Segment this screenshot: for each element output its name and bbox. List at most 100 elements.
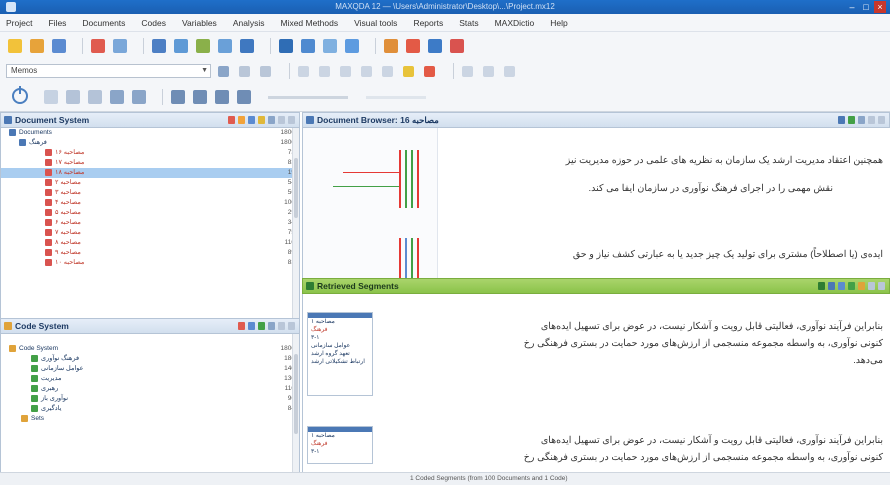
play-icon[interactable]	[215, 89, 229, 104]
align-icon[interactable]	[340, 65, 351, 77]
menu-help[interactable]: Help	[550, 18, 567, 28]
screen-icon[interactable]	[88, 89, 102, 104]
activate-icon[interactable]	[228, 116, 235, 124]
document-item[interactable]: ۶ مصاحبه34	[1, 218, 299, 228]
menu-stats[interactable]: Stats	[459, 18, 478, 28]
segment-info-box[interactable]: مصاحبه ۱ فرهنگ ۳-۱ عوامل سازمانی تعهد گر…	[307, 312, 373, 396]
align-icon[interactable]	[298, 65, 309, 77]
code-item[interactable]: نوآوری باز96	[1, 394, 299, 404]
document-item[interactable]: ۱۰ مصاحبه83	[1, 258, 299, 268]
search-icon[interactable]	[152, 39, 166, 53]
teamwork-icon[interactable]	[406, 39, 420, 53]
filter-icon[interactable]	[218, 65, 229, 77]
scrollbar-thumb[interactable]	[294, 158, 298, 218]
code-item[interactable]: مدیریت 130	[1, 374, 299, 384]
rewind-icon[interactable]	[171, 89, 185, 104]
memo-icon[interactable]	[258, 116, 265, 124]
tree-root[interactable]: Documents 1800	[1, 128, 299, 138]
segment-info-box[interactable]: مصاحبه ۱ فرهنگ ۳-۱	[307, 426, 373, 464]
overview-memos-icon[interactable]	[301, 39, 315, 53]
highlight-icon[interactable]	[403, 65, 414, 77]
code-item[interactable]: فرهنگ نوآوری 186	[1, 354, 299, 364]
playback-slider[interactable]	[268, 96, 348, 99]
weight-icon[interactable]	[483, 65, 494, 77]
code-icon[interactable]	[91, 39, 105, 53]
document-portrait-icon[interactable]	[240, 39, 254, 53]
code-item[interactable]: یادگیری84	[1, 404, 299, 414]
menu-mixed-methods[interactable]: Mixed Methods	[280, 18, 338, 28]
import-icon[interactable]	[248, 116, 255, 124]
overview-links-icon[interactable]	[323, 39, 337, 53]
document-item[interactable]: ۴ مصاحبه 100	[1, 198, 299, 208]
close-icon[interactable]: ×	[874, 1, 886, 13]
menu-maxdictio[interactable]: MAXDictio	[495, 18, 535, 28]
memo-link-icon[interactable]	[260, 65, 271, 77]
new-project-icon[interactable]	[8, 39, 22, 53]
gear-icon[interactable]	[110, 89, 124, 104]
stop-icon[interactable]	[193, 89, 207, 104]
menu-project[interactable]: Project	[6, 18, 32, 28]
memo-icon[interactable]	[239, 65, 250, 77]
document-item[interactable]: ۵ مصاحبه29	[1, 208, 299, 218]
export-icon[interactable]	[838, 282, 845, 290]
code-matrix-icon[interactable]	[196, 39, 210, 53]
code-relations-icon[interactable]	[218, 39, 232, 53]
menu-reports[interactable]: Reports	[413, 18, 443, 28]
overview-variables-icon[interactable]	[345, 39, 359, 53]
new-code-icon[interactable]	[248, 322, 255, 330]
document-item[interactable]: ۲ مصاحبه54	[1, 178, 299, 188]
screen-icon[interactable]	[66, 89, 80, 104]
document-item[interactable]: ۷ مصاحبه75	[1, 228, 299, 238]
forward-icon[interactable]	[237, 89, 251, 104]
weight-icon[interactable]	[504, 65, 515, 77]
activate-icon[interactable]	[818, 282, 825, 290]
menu-variables[interactable]: Variables	[182, 18, 217, 28]
document-dropdown[interactable]: Memos ▼	[6, 64, 211, 78]
export-icon[interactable]	[428, 39, 442, 53]
overview-coded-icon[interactable]	[279, 39, 293, 53]
color-icon[interactable]	[424, 65, 435, 77]
undock-icon[interactable]	[868, 116, 875, 124]
search-icon[interactable]	[858, 116, 865, 124]
code-system-scrollbar[interactable]	[292, 334, 299, 472]
close-pane-icon[interactable]	[288, 116, 295, 124]
volume-slider[interactable]	[366, 96, 426, 99]
document-group[interactable]: فرهنگ 1800	[1, 138, 299, 148]
weight-icon[interactable]	[462, 65, 473, 77]
code-item[interactable]: عوامل سازمانی 140	[1, 364, 299, 374]
toggle-icon[interactable]	[44, 89, 58, 104]
document-item[interactable]: ۱۷ مصاحبه83	[1, 158, 299, 168]
document-item[interactable]: ۱۶ مصاحبه73	[1, 148, 299, 158]
edit-icon[interactable]	[848, 116, 855, 124]
code-tree-root[interactable]: Code System 1800	[1, 344, 299, 354]
sets-item[interactable]: Sets	[1, 414, 299, 424]
import-documents-icon[interactable]	[52, 39, 66, 53]
menu-visual-tools[interactable]: Visual tools	[354, 18, 397, 28]
menu-analysis[interactable]: Analysis	[233, 18, 265, 28]
maximize-icon[interactable]: □	[860, 1, 872, 13]
document-item-selected[interactable]: مصاحبه ۱۸19	[1, 168, 299, 178]
align-icon[interactable]	[319, 65, 330, 77]
user-icon[interactable]	[132, 89, 146, 104]
undock-icon[interactable]	[868, 282, 875, 290]
filter-icon[interactable]	[268, 322, 275, 330]
open-project-icon[interactable]	[30, 39, 44, 53]
search-icon[interactable]	[268, 116, 275, 124]
copy-icon[interactable]	[848, 282, 855, 290]
print-icon[interactable]	[828, 282, 835, 290]
document-item[interactable]: ۳ مصاحبه56	[1, 188, 299, 198]
document-item[interactable]: ۹ مصاحبه89	[1, 248, 299, 258]
scrollbar-thumb[interactable]	[294, 354, 298, 434]
code-item[interactable]: رهبری 110	[1, 384, 299, 394]
lexical-search-icon[interactable]	[174, 39, 188, 53]
undock-icon[interactable]	[278, 116, 285, 124]
align-icon[interactable]	[382, 65, 393, 77]
align-icon[interactable]	[361, 65, 372, 77]
power-icon[interactable]	[12, 86, 28, 104]
close-pane-icon[interactable]	[288, 322, 295, 330]
undock-icon[interactable]	[278, 322, 285, 330]
settings-icon[interactable]	[450, 39, 464, 53]
document-system-scrollbar[interactable]	[292, 128, 299, 318]
minimize-icon[interactable]: –	[846, 1, 858, 13]
close-pane-icon[interactable]	[878, 116, 885, 124]
